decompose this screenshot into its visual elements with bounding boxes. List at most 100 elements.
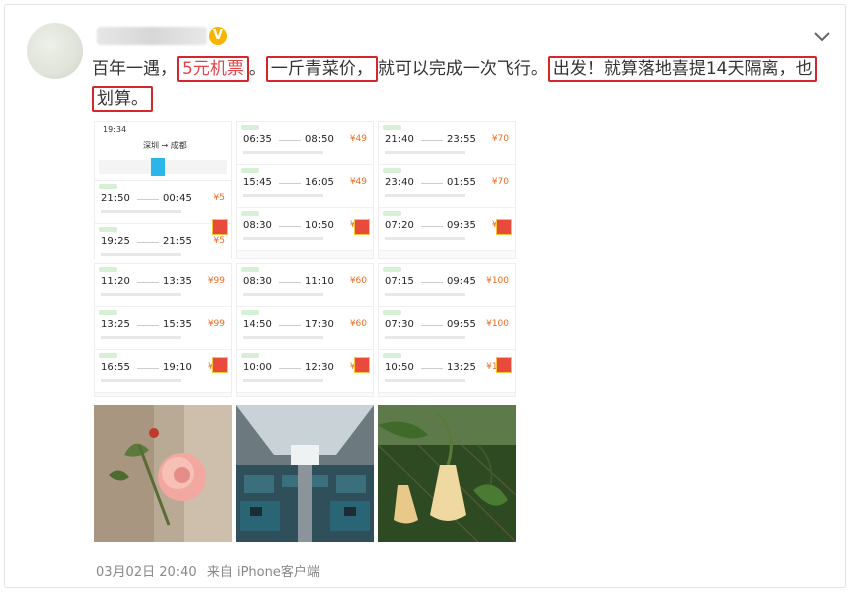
flight-list-screenshot: 11:2013:35¥9913:2515:35¥9916:5519:10¥99	[94, 263, 232, 397]
airline-info	[385, 237, 465, 240]
departure-time: 10:50	[385, 362, 414, 373]
flight-row: 08:3010:50¥49	[237, 208, 373, 251]
flight-line	[279, 226, 301, 227]
arrival-time: 13:35	[163, 276, 192, 287]
highlighted-text-segment: 5元机票	[177, 56, 249, 82]
flight-screenshot-thumbnail[interactable]: 11:2013:35¥9913:2515:35¥9916:5519:10¥99	[94, 263, 232, 397]
flight-row: 06:35 08:50 ¥49	[237, 122, 373, 165]
arrival-time: 19:10	[163, 362, 192, 373]
verified-badge-icon: V	[209, 27, 227, 45]
flight-screenshot-thumbnail[interactable]: 21:4023:55¥7023:4001:55¥7007:2009:35¥80	[378, 121, 516, 259]
flight-list-screenshot: 06:3508:50¥4915:4516:05¥4908:3010:50¥49	[236, 121, 374, 259]
flight-row: 07:30 09:55 ¥100	[379, 307, 515, 350]
departure-time: 10:00	[243, 362, 272, 373]
flight-row: 07:2009:35¥80	[379, 208, 515, 251]
flight-row: 16:5519:10¥99	[95, 350, 231, 393]
airline-info	[243, 237, 323, 240]
airline-info	[101, 336, 181, 339]
arrival-time: 23:55	[447, 134, 476, 145]
departure-time: 06:35	[243, 134, 272, 145]
gift-icon	[212, 357, 228, 373]
post-text: 百年一遇， 5元机票。一斤青菜价， 就可以完成一次飞行。 出发！就算落地喜提14天隔离…	[92, 54, 832, 114]
ticket-price: ¥49	[349, 177, 367, 187]
flight-row: 08:30 11:10 ¥60	[237, 264, 373, 307]
flight-screenshot-thumbnail[interactable]: 06:3508:50¥4915:4516:05¥4908:3010:50¥49	[236, 121, 374, 259]
blurred-username[interactable]	[97, 27, 207, 45]
text-segment: 就可以完成一次飞行。	[377, 59, 548, 79]
airplane-cabin-photo[interactable]	[236, 405, 374, 542]
flight-line	[421, 226, 443, 227]
highlighted-text-segment: 出发！就算落地喜提14天隔离，也	[547, 56, 818, 82]
flight-tag	[241, 353, 259, 358]
post-footer: 03月02日 20:40 来自 iPhone客户端	[96, 561, 320, 580]
departure-time: 21:50	[101, 193, 130, 204]
airline-info	[385, 293, 465, 296]
departure-time: 14:50	[243, 319, 272, 330]
flight-line	[279, 368, 301, 369]
arrival-time: 21:55	[163, 236, 192, 247]
flight-line	[137, 242, 159, 243]
arrival-time: 09:55	[447, 319, 476, 330]
flight-row: 21:50 00:45 ¥5	[95, 181, 231, 224]
flight-screenshot-thumbnail[interactable]: 19:34 深圳 → 成都 21:50 00:45 ¥5 19:25 21:55 ¥5	[94, 121, 232, 259]
flight-row: 15:45 16:05 ¥49	[237, 165, 373, 208]
ticket-price: ¥49	[349, 134, 367, 144]
flight-list-screenshot: 21:4023:55¥7023:4001:55¥7007:2009:35¥80	[378, 121, 516, 259]
chevron-down-icon[interactable]	[813, 31, 831, 43]
trumpet-flower-photo[interactable]	[378, 405, 516, 542]
flight-line	[279, 183, 301, 184]
flight-line	[279, 282, 301, 283]
flight-row: 19:25 21:55 ¥5	[95, 224, 231, 259]
flight-tag	[241, 125, 259, 130]
gift-icon	[496, 357, 512, 373]
flight-screenshot-thumbnail[interactable]: 07:1509:45¥10007:3009:55¥10010:5013:25¥1…	[378, 263, 516, 397]
avatar[interactable]	[27, 23, 83, 79]
flight-tag	[383, 125, 401, 130]
ticket-price: ¥5	[213, 236, 225, 246]
arrival-time: 17:30	[305, 319, 334, 330]
flight-line	[421, 325, 443, 326]
airline-info	[385, 151, 465, 154]
flight-row: 23:40 01:55 ¥70	[379, 165, 515, 208]
flight-row: 13:25 15:35 ¥99	[95, 307, 231, 350]
flight-screenshot-thumbnail[interactable]: 08:3011:10¥6014:5017:30¥6010:0012:30¥60	[236, 263, 374, 397]
flight-tag	[383, 168, 401, 173]
ticket-price: ¥99	[207, 276, 225, 286]
airline-info	[243, 379, 323, 382]
post-timestamp[interactable]: 03月02日 20:40	[96, 565, 197, 580]
route-title: 深圳 → 成都	[143, 141, 187, 150]
flight-line	[421, 368, 443, 369]
text-segment: 百年一遇，	[92, 59, 177, 79]
airline-info	[243, 336, 323, 339]
flight-tag	[383, 211, 401, 216]
airline-info	[243, 293, 323, 296]
flight-row: 10:5013:25¥100	[379, 350, 515, 393]
flight-tag	[99, 227, 117, 232]
rose-photo[interactable]	[94, 405, 232, 542]
airline-info	[385, 379, 465, 382]
post-source[interactable]: 来自 iPhone客户端	[207, 565, 320, 580]
flight-tag	[241, 211, 259, 216]
flight-tag	[99, 353, 117, 358]
flight-row: 11:20 13:35 ¥99	[95, 264, 231, 307]
flight-line	[421, 183, 443, 184]
arrival-time: 11:10	[305, 276, 334, 287]
ticket-price: ¥70	[491, 177, 509, 187]
arrival-time: 16:05	[305, 177, 334, 188]
flight-list-screenshot: 08:3011:10¥6014:5017:30¥6010:0012:30¥60	[236, 263, 374, 397]
departure-time: 16:55	[101, 362, 130, 373]
ticket-price: ¥5	[213, 193, 225, 203]
airline-info	[385, 336, 465, 339]
ticket-price: ¥100	[486, 276, 509, 286]
flight-line	[137, 368, 159, 369]
flight-row: 21:40 23:55 ¥70	[379, 122, 515, 165]
flight-tag	[241, 267, 259, 272]
flight-line	[137, 325, 159, 326]
flight-tag	[383, 267, 401, 272]
gift-icon	[496, 219, 512, 235]
flight-tag	[383, 353, 401, 358]
flight-line	[279, 140, 301, 141]
airline-info	[243, 151, 323, 154]
arrival-time: 08:50	[305, 134, 334, 145]
arrival-time: 09:35	[447, 220, 476, 231]
